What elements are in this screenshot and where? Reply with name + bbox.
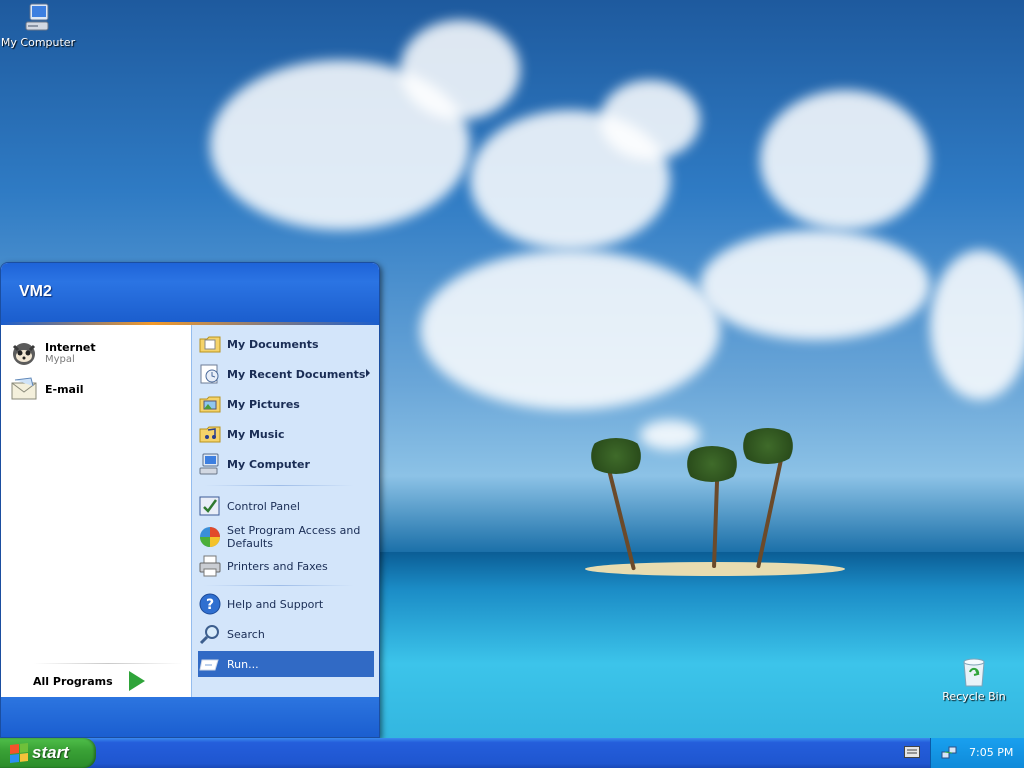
pinned-item-email[interactable]: E-mail — [9, 371, 185, 407]
taskbar: start 7:05 PM — [0, 738, 1024, 768]
all-programs-divider — [33, 663, 183, 664]
all-programs-button[interactable]: All Programs — [33, 663, 183, 693]
clock[interactable]: 7:05 PM — [969, 746, 1013, 759]
my-computer-icon — [22, 2, 54, 34]
desktop-icon-recycle-bin[interactable]: Recycle Bin — [936, 656, 1012, 703]
tools-item-label: Run... — [227, 657, 259, 671]
palm-trunk — [756, 452, 785, 569]
my-documents-icon — [198, 332, 222, 356]
tools-item-run[interactable]: Run... — [198, 651, 374, 677]
places-item-label: My Pictures — [227, 397, 300, 411]
cloud — [400, 20, 520, 120]
help-icon: ? — [198, 592, 222, 616]
run-icon — [198, 652, 222, 676]
pinned-item-title: Internet — [45, 341, 96, 354]
pinned-item-subtitle: Mypal — [45, 354, 75, 365]
control-panel-icon — [198, 494, 222, 518]
all-programs-label: All Programs — [33, 674, 113, 688]
printer-icon — [198, 554, 222, 578]
palm-fronds — [738, 428, 798, 464]
tools-item-help[interactable]: ? Help and Support — [198, 591, 374, 617]
tools-item-label: Help and Support — [227, 597, 324, 611]
places-pane: My Documents My Recent Documents My Pict… — [191, 325, 379, 697]
submenu-arrow-icon — [366, 369, 370, 377]
menu-divider — [204, 585, 354, 586]
tools-item-search[interactable]: Search — [198, 621, 374, 647]
cloud — [640, 420, 700, 450]
places-item-label: My Music — [227, 427, 285, 441]
start-menu: VM2 Internet Mypal E-mail All Programs M… — [0, 262, 380, 738]
cloud — [930, 250, 1024, 400]
my-computer-icon — [198, 452, 222, 476]
places-item-my-music[interactable]: My Music — [198, 421, 374, 447]
user-name: VM2 — [19, 283, 52, 300]
pinned-item-title: E-mail — [45, 382, 84, 396]
settings-item-program-access[interactable]: Set Program Access and Defaults — [198, 521, 374, 553]
places-item-label: My Computer — [227, 457, 310, 471]
palm-fronds — [586, 438, 646, 474]
settings-item-control-panel[interactable]: Control Panel — [198, 493, 374, 519]
settings-item-label: Printers and Faxes — [227, 559, 328, 573]
green-arrow-icon — [128, 671, 145, 691]
desktop-icon-label: My Computer — [0, 36, 76, 49]
menu-divider — [204, 485, 354, 486]
system-tray: 7:05 PM — [930, 738, 1024, 768]
my-music-icon — [198, 422, 222, 446]
my-pictures-icon — [198, 392, 222, 416]
recent-documents-icon — [198, 362, 222, 386]
mypal-browser-icon — [9, 338, 39, 368]
program-access-icon — [198, 525, 222, 549]
places-item-label: My Documents — [227, 337, 319, 351]
cloud — [600, 80, 700, 160]
start-menu-header: VM2 — [1, 263, 379, 325]
pinned-programs-pane: Internet Mypal E-mail All Programs — [1, 325, 191, 697]
settings-item-label: Set Program Access and Defaults — [227, 524, 361, 550]
email-icon — [9, 374, 39, 404]
tools-item-label: Search — [227, 627, 265, 641]
desktop-icon-my-computer[interactable]: My Computer — [0, 2, 76, 49]
keyboard-icon[interactable] — [904, 746, 920, 758]
settings-item-printers[interactable]: Printers and Faxes — [198, 553, 374, 579]
svg-text:?: ? — [206, 597, 214, 613]
places-item-my-recent-documents[interactable]: My Recent Documents — [198, 361, 374, 387]
cloud — [700, 230, 930, 340]
network-icon[interactable] — [941, 745, 957, 761]
palm-fronds — [682, 446, 742, 482]
pinned-item-internet[interactable]: Internet Mypal — [9, 335, 185, 371]
settings-item-label: Control Panel — [227, 499, 300, 513]
desktop-icon-label: Recycle Bin — [942, 690, 1006, 703]
recycle-bin-icon — [958, 656, 990, 688]
sea — [380, 552, 1024, 738]
windows-logo-icon — [10, 743, 28, 763]
places-item-my-computer[interactable]: My Computer — [198, 451, 374, 477]
search-icon — [198, 622, 222, 646]
start-button-label: start — [32, 743, 69, 762]
start-menu-footer — [1, 697, 379, 737]
places-item-my-pictures[interactable]: My Pictures — [198, 391, 374, 417]
cloud — [760, 90, 930, 230]
places-item-label: My Recent Documents — [227, 367, 366, 381]
start-button[interactable]: start — [0, 738, 96, 768]
places-item-my-documents[interactable]: My Documents — [198, 331, 374, 357]
cloud — [420, 250, 720, 410]
